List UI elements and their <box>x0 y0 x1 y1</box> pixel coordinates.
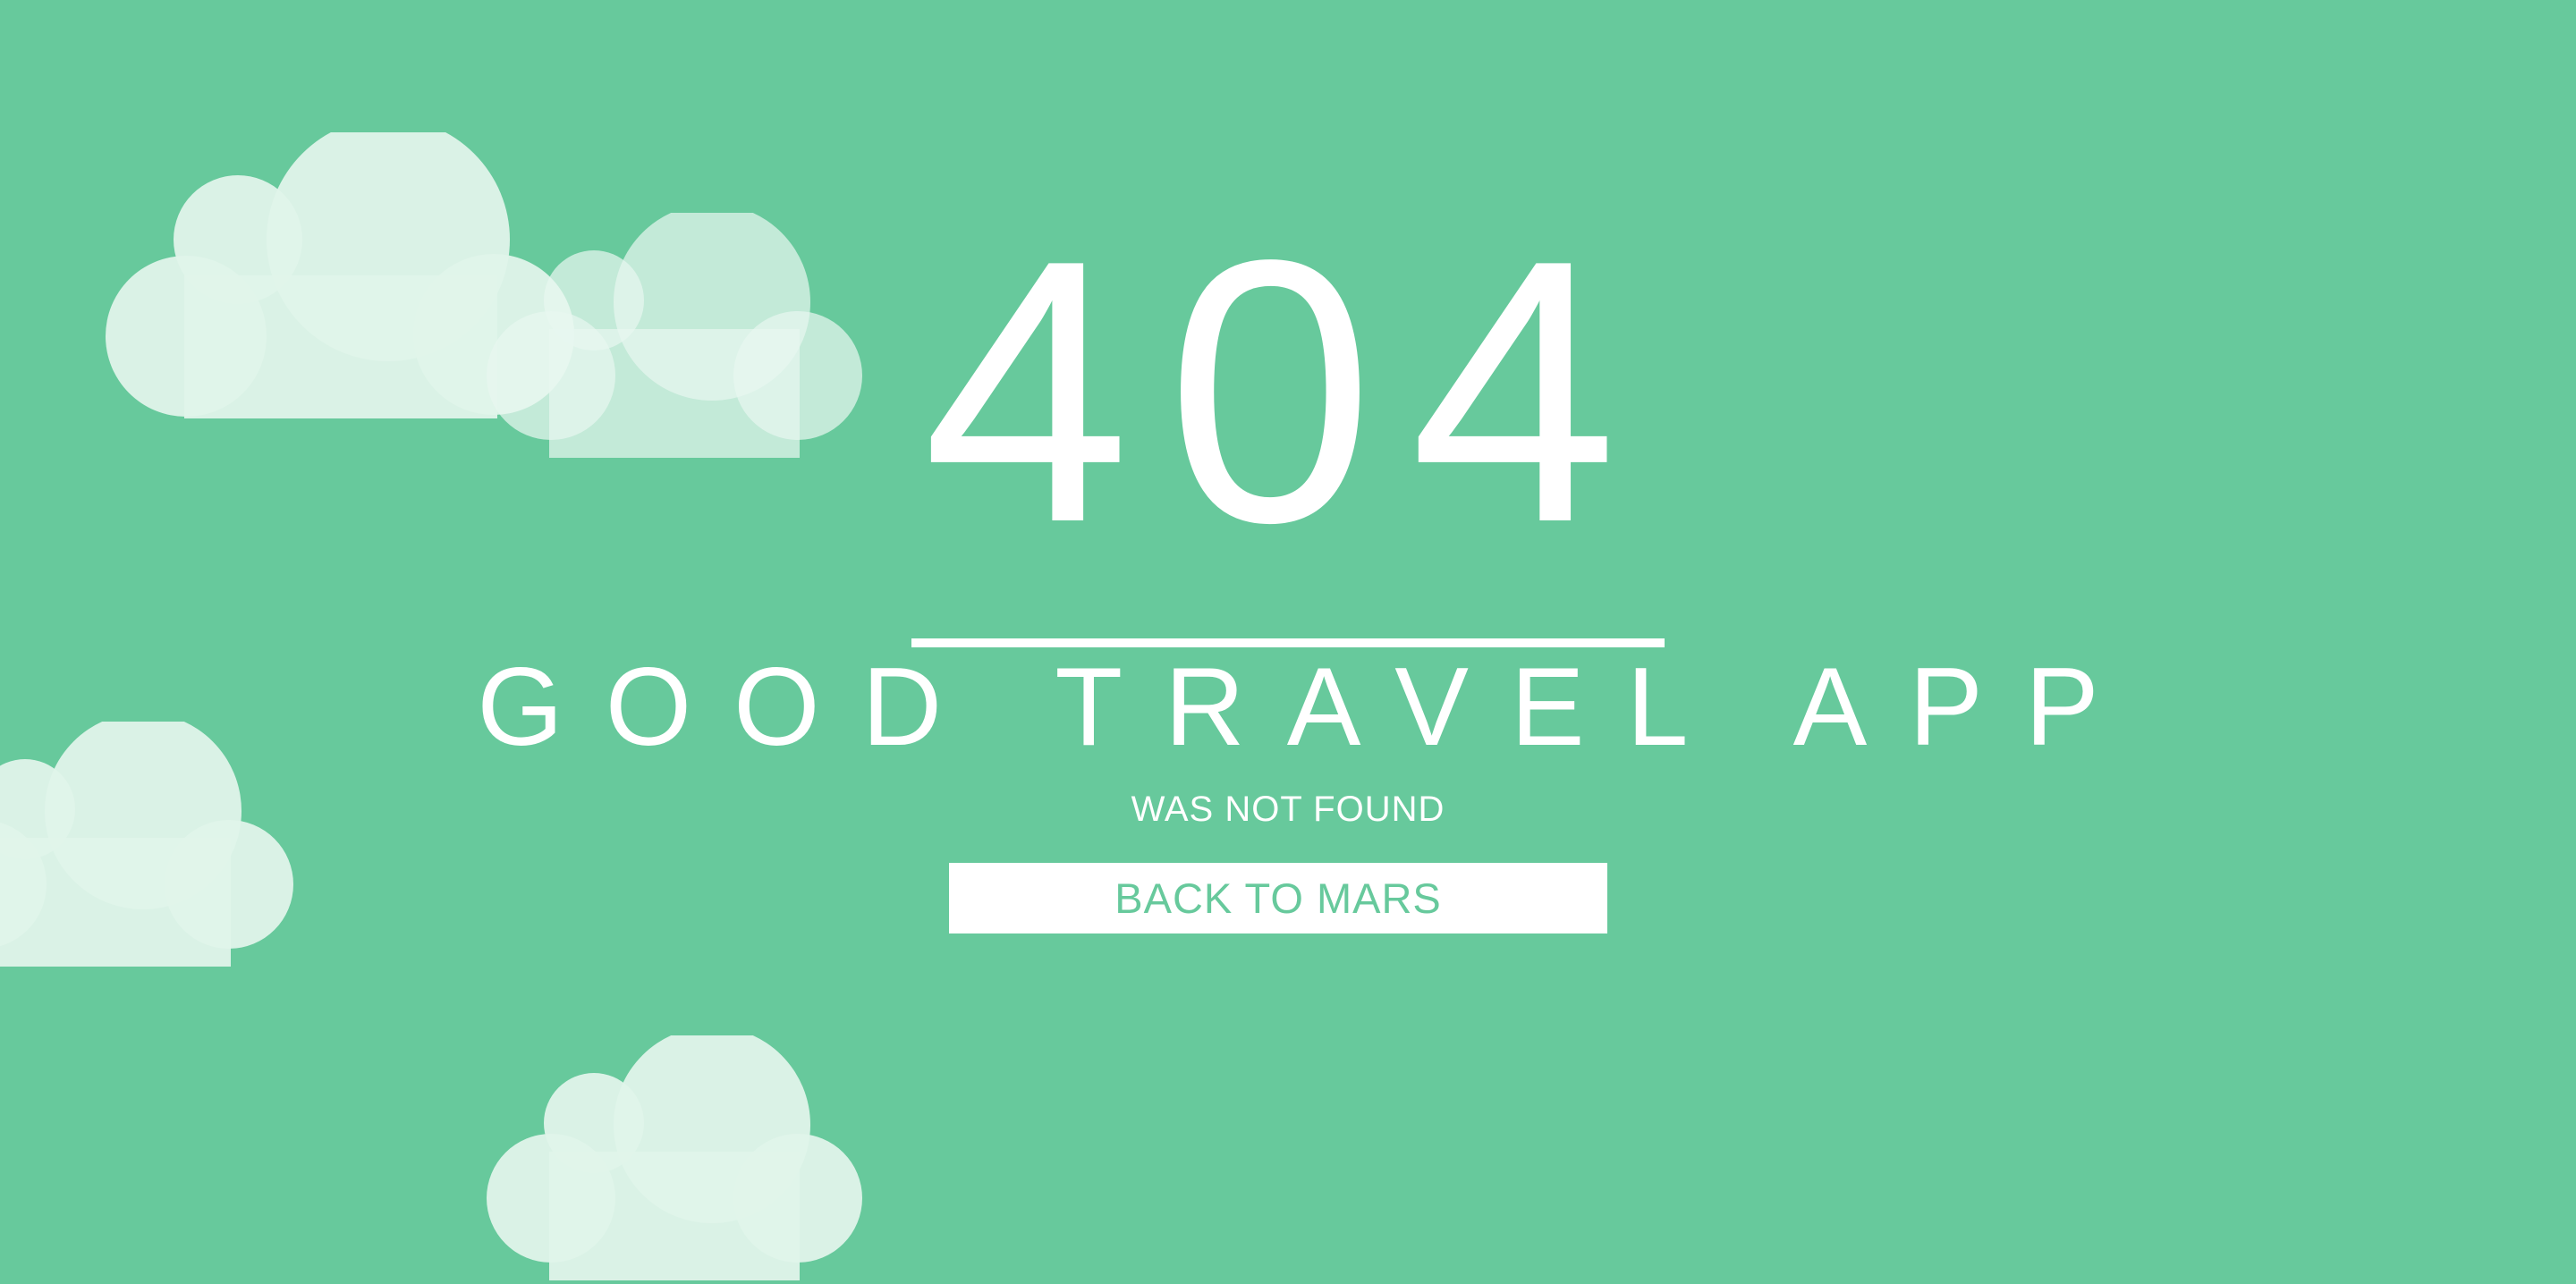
not-found-message: WAS NOT FOUND <box>1131 790 1445 829</box>
app-name-heading: GOOD TRAVEL APP <box>477 646 2141 769</box>
cloud-icon <box>487 1035 862 1280</box>
error-code: 404 <box>922 182 1654 600</box>
back-to-mars-button[interactable]: BACK TO MARS <box>949 863 1607 933</box>
cloud-icon <box>0 722 293 967</box>
